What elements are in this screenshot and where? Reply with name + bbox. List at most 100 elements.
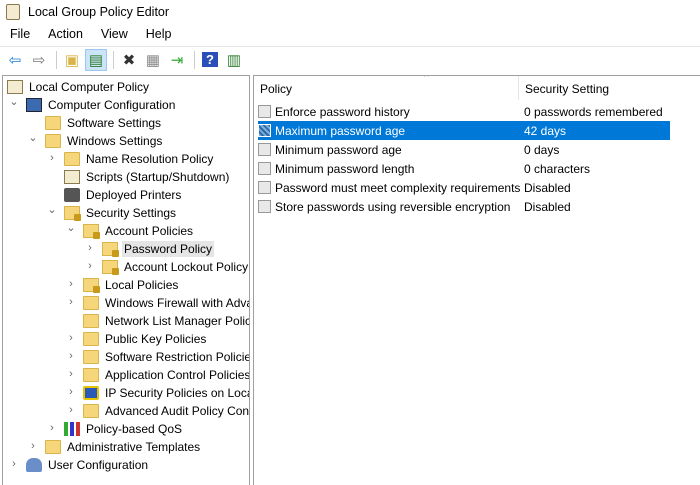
collapsed-chevron-icon[interactable]: › [66, 278, 76, 290]
tree-item[interactable]: Application Control Policies [83, 366, 249, 384]
tree-item-label: Administrative Templates [67, 440, 201, 454]
folder-icon [45, 134, 61, 148]
delete-button[interactable]: ✖ [118, 49, 140, 71]
menu-view[interactable]: View [91, 27, 136, 41]
collapsed-chevron-icon[interactable]: › [66, 404, 76, 416]
expanded-chevron-icon[interactable]: ⌄ [9, 95, 19, 108]
tree-item[interactable]: Public Key Policies [83, 330, 208, 348]
security-setting: Disabled [524, 199, 571, 214]
qos-icon [64, 422, 80, 436]
tree-item[interactable]: User Configuration [26, 456, 150, 474]
column-divider[interactable] [518, 76, 519, 100]
folder-icon [45, 440, 61, 454]
expanded-chevron-icon[interactable]: ⌄ [66, 221, 76, 234]
folder-icon [83, 404, 99, 418]
properties-icon: ▦ [145, 51, 161, 69]
tree-item[interactable]: Advanced Audit Policy Configuration [83, 402, 249, 420]
tree-item[interactable]: Password Policy [102, 240, 215, 258]
show-hide-tree-button[interactable]: ▤ [85, 48, 107, 71]
policy-name: Store passwords using reversible encrypt… [275, 199, 511, 214]
tree-item[interactable]: Software Settings [45, 114, 163, 132]
policy-row[interactable]: Maximum password age 42 days [258, 121, 670, 140]
tree-item-label: Software Restriction Policies [105, 350, 250, 364]
security-setting: 0 characters [524, 161, 591, 176]
tree-item[interactable]: Security Settings [64, 204, 178, 222]
toolbar-separator [194, 50, 195, 69]
column-header-policy[interactable]: Policy [260, 82, 292, 96]
scroll-icon [7, 80, 23, 94]
scroll-icon [64, 170, 80, 184]
expanded-chevron-icon[interactable]: ⌄ [28, 131, 38, 144]
policy-icon [258, 162, 271, 175]
collapsed-chevron-icon[interactable]: › [66, 296, 76, 308]
help-button[interactable]: ? [199, 49, 221, 71]
column-header-security-setting[interactable]: Security Setting [525, 82, 609, 96]
lockf-icon [102, 260, 119, 275]
collapsed-chevron-icon[interactable]: › [9, 458, 19, 470]
user-icon [26, 458, 42, 472]
tree-item[interactable]: Name Resolution Policy [64, 150, 215, 168]
policy-row[interactable]: Password must meet complexity requiremen… [258, 178, 670, 197]
tree-item[interactable]: Software Restriction Policies [83, 348, 250, 366]
collapsed-chevron-icon[interactable]: › [66, 368, 76, 380]
forward-arrow-button[interactable]: ⇨ [28, 49, 50, 71]
security-setting: 42 days [524, 123, 567, 138]
title-bar: Local Group Policy Editor [0, 0, 700, 24]
menu-action[interactable]: Action [38, 27, 91, 41]
tree-item-label: Policy-based QoS [86, 422, 183, 436]
menu-bar: File Action View Help [0, 24, 180, 44]
collapsed-chevron-icon[interactable]: › [47, 152, 57, 164]
show-action-pane-button[interactable]: ▥ [223, 49, 245, 71]
tree-item[interactable]: IP Security Policies on Local Computer [83, 384, 249, 402]
tree-item-label: Software Settings [67, 116, 162, 130]
tree-item[interactable]: Account Lockout Policy [102, 258, 249, 276]
menu-file[interactable]: File [0, 27, 38, 41]
tree-item-label: Account Lockout Policy [124, 260, 249, 274]
security-setting: 0 passwords remembered [524, 104, 663, 119]
ipsec-icon [83, 386, 99, 400]
tree-item[interactable]: Network List Manager Policies [83, 312, 249, 330]
collapsed-chevron-icon[interactable]: › [85, 242, 95, 254]
tree-item[interactable]: Local Computer Policy [7, 78, 151, 96]
export-list-button[interactable]: ⇥ [166, 49, 188, 71]
tree-item[interactable]: Local Policies [83, 276, 180, 294]
tree-item[interactable]: Windows Firewall with Advanced Security [83, 294, 249, 312]
tree-item-label: Windows Firewall with Advanced Security [105, 296, 249, 310]
policy-icon [258, 181, 271, 194]
collapsed-chevron-icon[interactable]: › [28, 440, 38, 452]
properties-button[interactable]: ▦ [142, 49, 164, 71]
tree-item[interactable]: Scripts (Startup/Shutdown) [64, 168, 231, 186]
folder-icon [83, 296, 99, 310]
tree-item-label: IP Security Policies on Local Computer [105, 386, 249, 400]
policy-row[interactable]: Store passwords using reversible encrypt… [258, 197, 670, 216]
show-action-pane-icon: ▥ [226, 51, 242, 69]
tree-item-label: User Configuration [48, 458, 149, 472]
tree-item[interactable]: Administrative Templates [45, 438, 202, 456]
expanded-chevron-icon[interactable]: ⌄ [47, 203, 57, 216]
tree-item[interactable]: Windows Settings [45, 132, 164, 150]
tree-item[interactable]: Computer Configuration [26, 96, 177, 114]
tree-item-label: Local Policies [105, 278, 179, 292]
collapsed-chevron-icon[interactable]: › [66, 350, 76, 362]
tree-item[interactable]: Deployed Printers [64, 186, 183, 204]
policy-name: Enforce password history [275, 104, 410, 119]
tree-item-label: Password Policy [122, 241, 215, 257]
security-setting: Disabled [524, 180, 571, 195]
collapsed-chevron-icon[interactable]: › [47, 422, 57, 434]
policy-row[interactable]: Enforce password history 0 passwords reme… [258, 102, 670, 121]
collapsed-chevron-icon[interactable]: › [66, 332, 76, 344]
tree-item-label: Name Resolution Policy [86, 152, 214, 166]
policy-row[interactable]: Minimum password age 0 days [258, 140, 670, 159]
lockf-icon [83, 224, 100, 239]
menu-help[interactable]: Help [136, 27, 180, 41]
up-folder-icon: ▣ [64, 51, 80, 69]
lockf-icon [83, 278, 100, 293]
back-arrow-button[interactable]: ⇦ [4, 49, 26, 71]
policy-row[interactable]: Minimum password length 0 characters [258, 159, 670, 178]
collapsed-chevron-icon[interactable]: › [85, 260, 95, 272]
tree-item[interactable]: Policy-based QoS [64, 420, 184, 438]
collapsed-chevron-icon[interactable]: › [66, 386, 76, 398]
back-arrow-icon: ⇦ [8, 51, 22, 69]
tree-item[interactable]: Account Policies [83, 222, 195, 240]
up-folder-button[interactable]: ▣ [61, 49, 83, 71]
